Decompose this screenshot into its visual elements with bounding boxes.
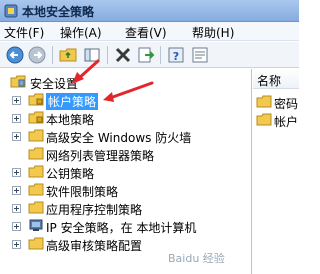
- window-title: 本地安全策略: [22, 5, 95, 19]
- tree-item[interactable]: 公钥策略: [0, 163, 251, 181]
- console-tree[interactable]: 安全设置 帐户策略 本地策略 高级安全 Windows 防火墙 网络列表管理器策…: [0, 69, 252, 274]
- tree-item-label: 应用程序控制策略: [46, 203, 143, 217]
- properties-icon[interactable]: [190, 45, 210, 65]
- up-folder-icon[interactable]: [58, 45, 78, 65]
- tree-root[interactable]: 安全设置: [0, 73, 251, 91]
- console-tree-icon[interactable]: [82, 45, 102, 65]
- tree-item-label: 帐户策略: [46, 93, 99, 110]
- security-policy-icon: [4, 4, 18, 18]
- tree-item[interactable]: 应用程序控制策略: [0, 199, 251, 217]
- tree-item-label: 网络列表管理器策略: [46, 149, 155, 163]
- folder-icon: [256, 95, 272, 108]
- menu-file[interactable]: 文件(F): [4, 24, 44, 41]
- watermark: Baidu 经验: [168, 252, 225, 265]
- expand-icon[interactable]: [12, 96, 21, 105]
- tree-root-label: 安全设置: [30, 77, 79, 91]
- forward-icon[interactable]: [27, 45, 47, 65]
- menu-view[interactable]: 查看(V): [125, 24, 167, 41]
- ip-security-icon: [29, 219, 43, 231]
- toolbar: ?: [0, 42, 299, 68]
- list-item-label: 密码: [274, 97, 299, 111]
- folder-icon: [28, 201, 44, 214]
- menu-bar: 文件(F) 操作(A) 查看(V) 帮助(H): [0, 22, 299, 41]
- column-header-name[interactable]: 名称: [253, 69, 299, 89]
- folder-icon: [28, 147, 44, 160]
- details-pane[interactable]: 名称 密码 帐户: [253, 69, 299, 274]
- tree-item-label: 高级审核策略配置: [46, 239, 143, 253]
- tree-item-label: IP 安全策略，在 本地计算机: [46, 221, 197, 235]
- expand-icon[interactable]: [12, 240, 21, 249]
- security-settings-icon: [10, 75, 26, 88]
- folder-icon: [28, 237, 44, 250]
- tree-item[interactable]: 软件限制策略: [0, 181, 251, 199]
- tree-item[interactable]: 高级安全 Windows 防火墙: [0, 127, 251, 145]
- account-policy-icon: [28, 93, 44, 106]
- toolbar-separator: [160, 46, 161, 64]
- list-item[interactable]: 帐户: [253, 111, 299, 129]
- tree-item[interactable]: 本地策略: [0, 109, 251, 127]
- menu-help[interactable]: 帮助(H): [192, 24, 234, 41]
- folder-icon: [28, 165, 44, 178]
- expand-icon[interactable]: [12, 222, 21, 231]
- tree-item-label: 公钥策略: [46, 167, 95, 181]
- local-policy-icon: [28, 111, 44, 124]
- tree-item-label: 高级安全 Windows 防火墙: [46, 131, 192, 145]
- list-item-label: 帐户: [274, 115, 299, 129]
- help-icon[interactable]: ?: [166, 45, 186, 65]
- title-bar: 本地安全策略: [0, 0, 299, 22]
- tree-item-label: 本地策略: [46, 113, 95, 127]
- expand-icon[interactable]: [12, 186, 21, 195]
- tree-item[interactable]: 网络列表管理器策略: [0, 145, 251, 163]
- export-icon[interactable]: [136, 45, 156, 65]
- folder-icon: [28, 183, 44, 196]
- delete-icon[interactable]: [113, 45, 133, 65]
- svg-text:?: ?: [173, 50, 179, 63]
- firewall-icon: [28, 129, 44, 142]
- folder-icon: [256, 113, 272, 126]
- tree-item[interactable]: IP 安全策略，在 本地计算机: [0, 217, 251, 235]
- toolbar-separator: [107, 46, 108, 64]
- toolbar-separator: [52, 46, 53, 64]
- back-icon[interactable]: [5, 45, 25, 65]
- tree-item-label: 软件限制策略: [46, 185, 119, 199]
- expand-icon[interactable]: [12, 132, 21, 141]
- list-item[interactable]: 密码: [253, 93, 299, 111]
- expand-icon[interactable]: [12, 168, 21, 177]
- expand-icon[interactable]: [12, 204, 21, 213]
- expand-icon[interactable]: [12, 114, 21, 123]
- menu-action[interactable]: 操作(A): [60, 24, 102, 41]
- tree-item[interactable]: 帐户策略: [0, 91, 251, 110]
